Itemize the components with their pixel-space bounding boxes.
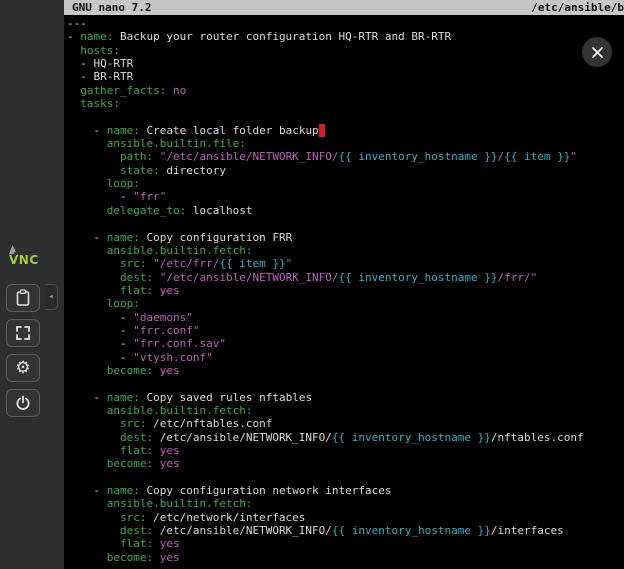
clipboard-icon [15, 289, 31, 307]
terminal-line: src: /etc/nftables.conf [67, 417, 624, 430]
fullscreen-button[interactable] [6, 319, 40, 347]
terminal-line: - "frr.conf.sav" [67, 337, 624, 350]
terminal-line: - BR-RTR [67, 70, 624, 83]
terminal-line [67, 110, 624, 123]
vnc-logo-text: VNC [9, 254, 39, 267]
settings-button[interactable]: ⚙ [6, 354, 40, 382]
terminal-line: path: "/etc/ansible/NETWORK_INFO/{{ inve… [67, 150, 624, 163]
terminal-line: become: yes [67, 551, 624, 564]
terminal-line: - HQ-RTR [67, 57, 624, 70]
terminal-line: - name: Backup your router configuration… [67, 30, 624, 43]
power-icon [15, 395, 31, 411]
terminal-line: src: "/etc/frr/{{ item }}" [67, 257, 624, 270]
close-icon [591, 46, 604, 59]
terminal-line: state: directory [67, 164, 624, 177]
terminal-line: hosts: [67, 44, 624, 57]
terminal-line: - name: Copy saved rules nftables [67, 391, 624, 404]
terminal-line: flat: yes [67, 284, 624, 297]
terminal-line: - name: Copy configuration network inter… [67, 484, 624, 497]
terminal-line: flat: yes [67, 444, 624, 457]
terminal-line: loop: [67, 177, 624, 190]
terminal-line: dest: /etc/ansible/NETWORK_INFO/{{ inven… [67, 524, 624, 537]
terminal-line [67, 217, 624, 230]
terminal-line: - "daemons" [67, 311, 624, 324]
terminal-line: --- [67, 17, 624, 30]
terminal-line: - "vtysh.conf" [67, 351, 624, 364]
gear-icon: ⚙ [15, 360, 30, 377]
terminal-line: flat: yes [67, 537, 624, 550]
terminal-line: dest: /etc/ansible/NETWORK_INFO/{{ inven… [67, 431, 624, 444]
terminal-line: - name: Create local folder backup [67, 124, 624, 137]
text-cursor [319, 124, 326, 137]
terminal-line: become: yes [67, 457, 624, 470]
terminal-line: become: yes [67, 364, 624, 377]
terminal-line: tasks: [67, 97, 624, 110]
clipboard-button[interactable] [6, 284, 40, 312]
terminal-line: ansible.builtin.fetch: [67, 244, 624, 257]
terminal-line: - "frr.conf" [67, 324, 624, 337]
nano-filename: /etc/ansible/b [531, 0, 624, 15]
terminal-window[interactable]: GNU nano 7.2 /etc/ansible/b ---- name: B… [64, 0, 624, 569]
nano-titlebar: GNU nano 7.2 /etc/ansible/b [64, 0, 624, 15]
nano-editor[interactable]: ---- name: Backup your router configurat… [64, 15, 624, 564]
terminal-line: src: /etc/network/interfaces [67, 511, 624, 524]
terminal-line [67, 471, 624, 484]
terminal-line: gather_facts: no [67, 84, 624, 97]
terminal-line: - "frr" [67, 190, 624, 203]
terminal-line: delegate_to: localhost [67, 204, 624, 217]
screen: VNC ⚙ ◂ GNU nano 7.2 /etc/ [0, 0, 624, 569]
terminal-line [67, 377, 624, 390]
terminal-line: loop: [67, 297, 624, 310]
close-button[interactable] [582, 37, 612, 67]
terminal-line: dest: "/etc/ansible/NETWORK_INFO/{{ inve… [67, 271, 624, 284]
disconnect-button[interactable] [6, 389, 40, 417]
terminal-line: ansible.builtin.file: [67, 137, 624, 150]
terminal-line: - name: Copy configuration FRR [67, 231, 624, 244]
terminal-line: ansible.builtin.fetch: [67, 404, 624, 417]
fullscreen-icon [15, 325, 31, 341]
nano-app-title: GNU nano 7.2 [72, 0, 151, 15]
control-bar-handle[interactable]: ◂ [45, 284, 58, 310]
vnc-logo: VNC [9, 245, 47, 275]
vnc-control-bar: VNC ⚙ ◂ [0, 0, 64, 569]
terminal-line: ansible.builtin.fetch: [67, 497, 624, 510]
